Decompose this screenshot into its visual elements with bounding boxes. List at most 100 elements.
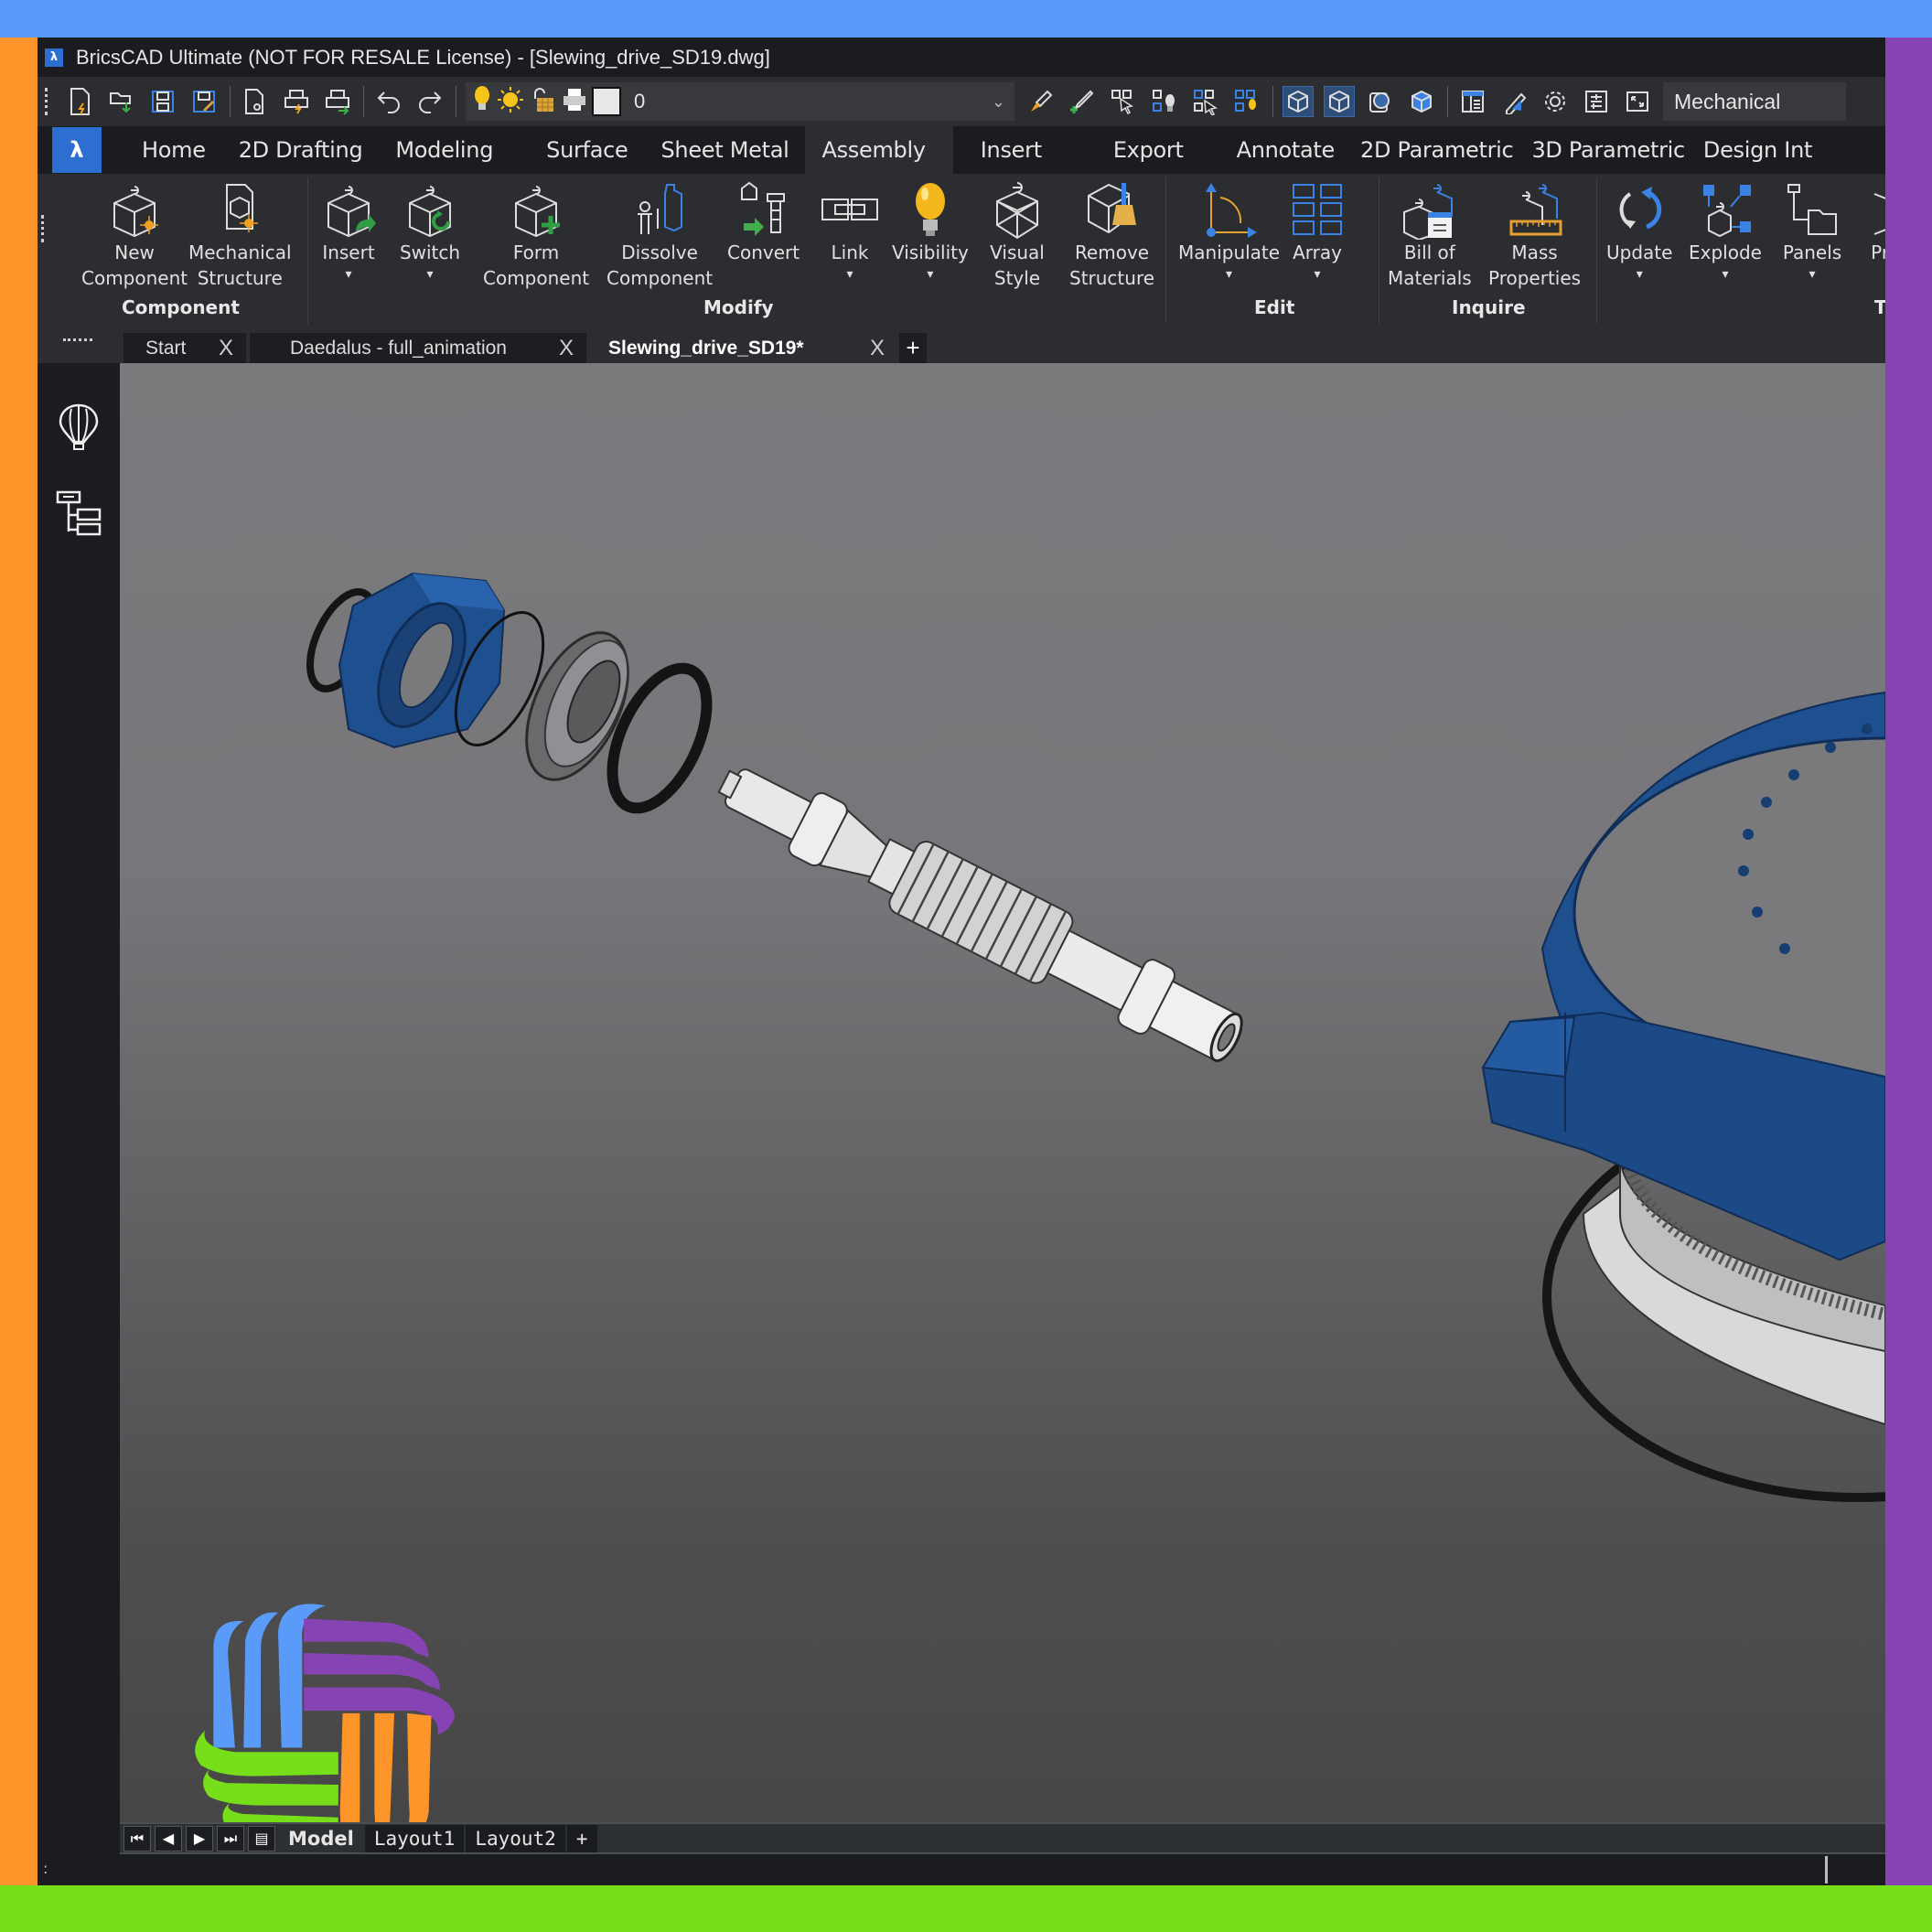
toolbar-separator xyxy=(230,86,231,117)
dissolve-component-label-1: Dissolve xyxy=(621,242,698,263)
layout-list-icon[interactable]: ▤ xyxy=(248,1825,275,1852)
manipulate-dropdown-arrow[interactable]: ▾ xyxy=(1226,265,1232,284)
tab-insert[interactable]: Insert xyxy=(953,126,1097,174)
layer-freeze-sun-icon[interactable] xyxy=(497,86,524,117)
tab-2d-drafting[interactable]: 2D Drafting xyxy=(222,126,380,174)
link-button[interactable]: Link ▾ xyxy=(818,181,882,284)
form-component-button[interactable]: Form Component xyxy=(483,181,589,291)
link-dropdown-arrow[interactable]: ▾ xyxy=(846,265,853,284)
save-as-icon[interactable] xyxy=(188,86,220,117)
panels-button[interactable]: Panels ▾ xyxy=(1780,181,1844,284)
toolbar-grip[interactable] xyxy=(45,88,48,115)
drawing-explorer-icon[interactable] xyxy=(1498,86,1530,117)
close-icon[interactable]: X xyxy=(219,336,233,361)
tab-3d-parametric[interactable]: 3D Parametric xyxy=(1522,126,1693,174)
mechanical-browser-tree-icon[interactable] xyxy=(56,486,102,541)
document-tabs-grip[interactable] xyxy=(63,338,92,342)
layout-tab-layout2[interactable]: Layout2 xyxy=(466,1824,565,1852)
properties-panel-icon[interactable] xyxy=(1457,86,1488,117)
new-tab-button[interactable]: + xyxy=(899,333,927,363)
doc-tab-slewing-drive[interactable]: Slewing_drive_SD19* X xyxy=(588,333,897,363)
layer-dropdown[interactable]: 0 ⌄ xyxy=(466,82,1014,121)
layer-plot-icon[interactable] xyxy=(561,86,588,117)
tab-design-intent[interactable]: Design Int xyxy=(1694,126,1821,174)
select-icon[interactable] xyxy=(1190,86,1221,117)
select-similar-icon[interactable] xyxy=(1108,86,1139,117)
explode-dropdown-arrow[interactable]: ▾ xyxy=(1722,265,1728,284)
array-button[interactable]: Array ▾ xyxy=(1285,181,1349,284)
new-component-button[interactable]: New Component xyxy=(81,181,188,291)
tab-modeling[interactable]: Modeling xyxy=(379,126,530,174)
application-menu-button[interactable]: λ xyxy=(52,127,102,173)
doc-tab-daedalus[interactable]: Daedalus - full_animation X xyxy=(250,333,586,363)
close-icon[interactable]: X xyxy=(870,336,885,361)
insert-dropdown-arrow[interactable]: ▾ xyxy=(345,265,351,284)
workspace-dropdown[interactable]: Mechanical xyxy=(1663,82,1846,121)
remove-structure-button[interactable]: Remove Structure xyxy=(1069,181,1154,291)
update-icon xyxy=(1607,181,1671,240)
mass-properties-button[interactable]: Mass Properties xyxy=(1488,181,1581,291)
new-file-icon[interactable] xyxy=(65,86,96,117)
bill-of-materials-button[interactable]: Bill of Materials xyxy=(1388,181,1472,291)
tab-2d-parametric[interactable]: 2D Parametric xyxy=(1351,126,1522,174)
add-layout-button[interactable]: + xyxy=(566,1824,597,1852)
view-cube-2-icon[interactable] xyxy=(1324,86,1355,117)
save-icon[interactable] xyxy=(147,86,178,117)
isolate-icon[interactable] xyxy=(1149,86,1180,117)
tab-sheet-metal[interactable]: Sheet Metal xyxy=(645,126,806,174)
command-line[interactable]: : xyxy=(38,1854,1885,1885)
tab-annotate[interactable]: Annotate xyxy=(1220,126,1351,174)
explode-button[interactable]: Explode ▾ xyxy=(1689,181,1762,284)
layout-tab-model[interactable]: Model xyxy=(279,1824,363,1852)
quick-select-icon[interactable] xyxy=(1231,86,1262,117)
last-layout-icon[interactable]: ⏭ xyxy=(217,1825,244,1852)
insert-component-button[interactable]: Insert ▾ xyxy=(317,181,381,284)
layers-panel-icon[interactable] xyxy=(1581,86,1612,117)
print-preview-icon[interactable] xyxy=(240,86,271,117)
visual-style-button[interactable]: Visual Style xyxy=(985,181,1049,291)
switch-dropdown-arrow[interactable]: ▾ xyxy=(426,265,433,284)
manipulate-button[interactable]: Manipulate ▾ xyxy=(1178,181,1280,284)
layer-on-bulb-icon[interactable] xyxy=(473,85,491,118)
panels-dropdown-arrow[interactable]: ▾ xyxy=(1809,265,1815,284)
fullscreen-icon[interactable] xyxy=(1622,86,1653,117)
visibility-dropdown-arrow[interactable]: ▾ xyxy=(927,265,933,284)
settings-icon[interactable] xyxy=(1540,86,1571,117)
render-icon[interactable] xyxy=(1365,86,1396,117)
dissolve-component-button[interactable]: Dissolve Component xyxy=(606,181,713,291)
close-icon[interactable]: X xyxy=(559,336,574,361)
ribbon-grip[interactable] xyxy=(41,215,45,242)
plot-icon[interactable] xyxy=(281,86,312,117)
array-dropdown-arrow[interactable]: ▾ xyxy=(1314,265,1320,284)
hot-air-balloon-icon[interactable] xyxy=(56,400,102,455)
properties-button[interactable]: Pro xyxy=(1853,181,1885,265)
explode-label: Explode xyxy=(1689,242,1762,263)
model-viewport[interactable] xyxy=(120,363,1885,1822)
update-dropdown-arrow[interactable]: ▾ xyxy=(1637,265,1643,284)
chevron-down-icon[interactable]: ⌄ xyxy=(992,92,1005,112)
tab-assembly[interactable]: Assembly xyxy=(805,126,953,174)
tab-surface[interactable]: Surface xyxy=(530,126,644,174)
switch-component-button[interactable]: Switch ▾ xyxy=(398,181,462,284)
convert-button[interactable]: Convert xyxy=(727,181,800,265)
visual-style-icon xyxy=(985,181,1049,240)
open-file-icon[interactable] xyxy=(106,86,137,117)
redo-icon[interactable] xyxy=(414,86,445,117)
match-properties-icon[interactable] xyxy=(1025,86,1057,117)
previous-layout-icon[interactable]: ◀ xyxy=(155,1825,182,1852)
first-layout-icon[interactable]: ⏮ xyxy=(123,1825,151,1852)
undo-icon[interactable] xyxy=(373,86,404,117)
publish-icon[interactable] xyxy=(322,86,353,117)
layout-tab-layout1[interactable]: Layout1 xyxy=(364,1824,465,1852)
visibility-button[interactable]: Visibility ▾ xyxy=(892,181,969,284)
mechanical-structure-button[interactable]: Mechanical Structure xyxy=(188,181,292,291)
layer-lock-icon[interactable] xyxy=(530,86,555,117)
update-button[interactable]: Update ▾ xyxy=(1606,181,1672,284)
tab-export[interactable]: Export xyxy=(1097,126,1220,174)
next-layout-icon[interactable]: ▶ xyxy=(186,1825,213,1852)
shade-icon[interactable] xyxy=(1406,86,1437,117)
add-selected-icon[interactable] xyxy=(1067,86,1098,117)
view-cube-icon[interactable] xyxy=(1283,86,1314,117)
tab-home[interactable]: Home xyxy=(125,126,222,174)
doc-tab-start[interactable]: Start X xyxy=(123,333,246,363)
